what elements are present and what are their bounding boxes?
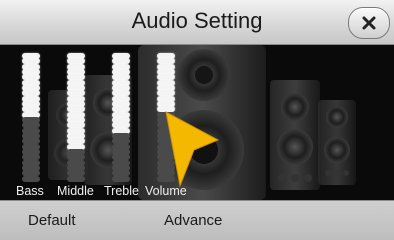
- audio-setting-screen: Audio Setting Bass Middle Treble Volume …: [0, 0, 394, 240]
- middle-label: Middle: [57, 184, 94, 198]
- treble-label: Treble: [104, 184, 139, 198]
- bass-label: Bass: [16, 184, 44, 198]
- default-button[interactable]: Default: [28, 201, 76, 240]
- header-bar: Audio Setting: [0, 0, 394, 45]
- page-title: Audio Setting: [131, 8, 263, 33]
- middle-slider[interactable]: [67, 53, 85, 182]
- bass-slider[interactable]: [22, 53, 40, 182]
- slider-segment: [67, 175, 85, 182]
- pointer-cursor-icon: [165, 111, 220, 188]
- advance-button[interactable]: Advance: [164, 201, 222, 240]
- equalizer-panel: Bass Middle Treble Volume: [0, 45, 394, 200]
- treble-slider[interactable]: [112, 53, 130, 182]
- close-icon: [362, 16, 376, 30]
- footer-bar: Default Advance: [0, 200, 394, 240]
- slider-segment: [22, 175, 40, 182]
- slider-segment: [112, 175, 130, 182]
- close-button[interactable]: [348, 7, 390, 39]
